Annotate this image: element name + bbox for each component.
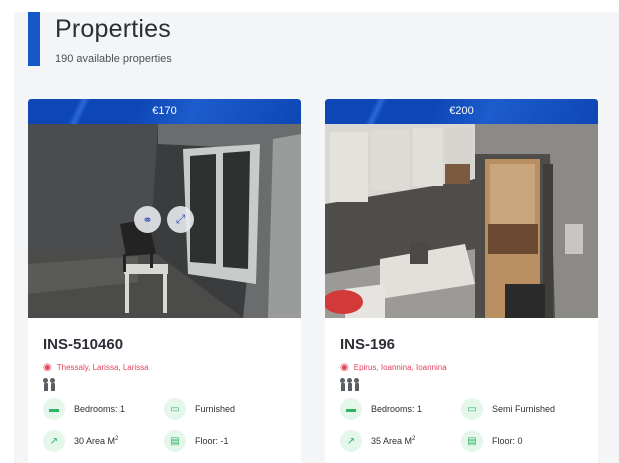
building-icon: ▤	[461, 430, 483, 452]
property-location: ◉ Epirus, Ioannina, Ioannina	[340, 362, 583, 373]
property-ref[interactable]: INS-510460	[43, 336, 286, 353]
location-text: Epirus, Ioannina, Ioannina	[353, 363, 447, 372]
property-ref[interactable]: INS-196	[340, 336, 583, 353]
feature-furnishing: ▭ Semi Furnished	[461, 398, 555, 420]
furnishing-label: Semi Furnished	[492, 404, 556, 414]
property-photo[interactable]	[325, 124, 598, 318]
area-arrow-icon: ↗	[340, 430, 362, 452]
area-label: 35 Area M2	[371, 436, 416, 446]
page-title: Properties	[55, 15, 171, 43]
property-card[interactable]: €170 ⚭ ⤢ INS-510460 ◉ Thessaly, Larissa,…	[28, 99, 301, 463]
bed-icon: ▬	[340, 398, 362, 420]
link-icon[interactable]: ⚭	[134, 206, 161, 233]
feature-grid: ▬ Bedrooms: 1 ▭ Furnished ↗ 30 Area M2 ▤…	[43, 398, 286, 458]
bedrooms-label: Bedrooms: 1	[371, 404, 423, 414]
location-text: Thessaly, Larissa, Larissa	[56, 363, 149, 372]
feature-floor: ▤ Floor: -1	[164, 430, 229, 452]
area-label: 30 Area M2	[74, 436, 119, 446]
area-arrow-icon: ↗	[43, 430, 65, 452]
price-bar: €200	[325, 99, 598, 124]
building-icon: ▤	[164, 430, 186, 452]
guests-icon	[340, 378, 583, 392]
guests-icon	[43, 378, 286, 392]
property-card[interactable]: €200 INS-196 ◉ Epirus, Ioannina, Ioannin…	[325, 99, 598, 463]
floor-label: Floor: 0	[492, 436, 523, 446]
feature-furnishing: ▭ Furnished	[164, 398, 235, 420]
location-pin-icon: ◉	[340, 362, 349, 373]
person-icon	[354, 378, 359, 391]
person-icon	[50, 378, 55, 391]
expand-icon[interactable]: ⤢	[167, 206, 194, 233]
monitor-icon: ▭	[164, 398, 186, 420]
feature-area: ↗ 35 Area M2	[340, 430, 415, 452]
feature-area: ↗ 30 Area M2	[43, 430, 118, 452]
price-bar: €170	[28, 99, 301, 124]
person-icon	[340, 378, 345, 391]
monitor-icon: ▭	[461, 398, 483, 420]
bedrooms-label: Bedrooms: 1	[74, 404, 126, 414]
furnishing-label: Furnished	[195, 404, 236, 414]
feature-bedrooms: ▬ Bedrooms: 1	[340, 398, 422, 420]
location-pin-icon: ◉	[43, 362, 52, 373]
properties-count: 190 available properties	[55, 53, 172, 65]
property-location: ◉ Thessaly, Larissa, Larissa	[43, 362, 286, 373]
title-accent-bar	[28, 12, 40, 66]
feature-bedrooms: ▬ Bedrooms: 1	[43, 398, 125, 420]
feature-floor: ▤ Floor: 0	[461, 430, 523, 452]
feature-grid: ▬ Bedrooms: 1 ▭ Semi Furnished ↗ 35 Area…	[340, 398, 583, 458]
person-icon	[347, 378, 352, 391]
person-icon	[43, 378, 48, 391]
floor-label: Floor: -1	[195, 436, 229, 446]
property-photo[interactable]: ⚭ ⤢	[28, 124, 301, 318]
bed-icon: ▬	[43, 398, 65, 420]
